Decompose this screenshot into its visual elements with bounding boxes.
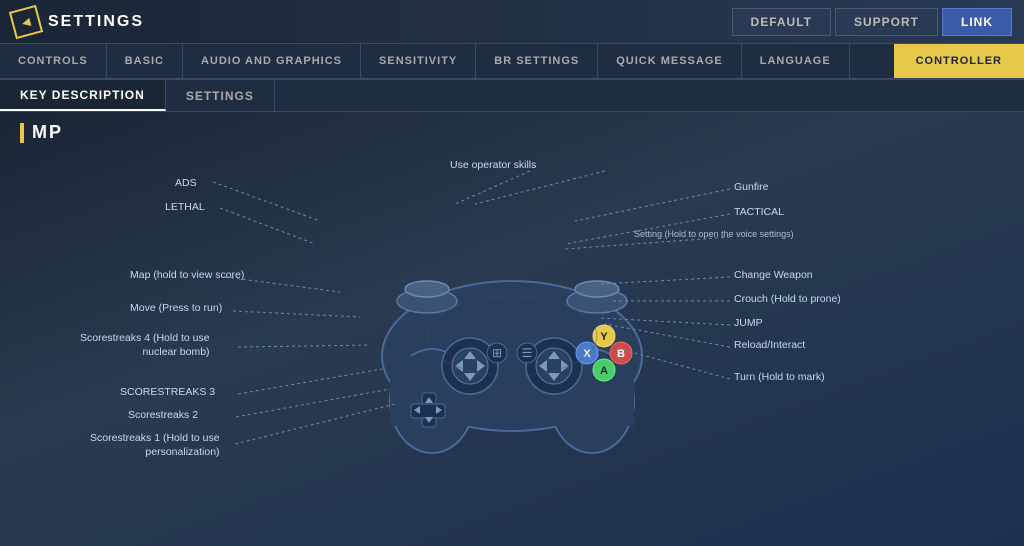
subtab-settings[interactable]: SETTINGS: [166, 80, 275, 111]
sub-tabs: KEY DESCRIPTION SETTINGS: [0, 80, 1024, 112]
link-button[interactable]: LINK: [942, 8, 1012, 36]
label-jump: JUMP: [734, 317, 763, 331]
app-title: SETTINGS: [48, 13, 144, 31]
svg-text:⊞: ⊞: [492, 346, 502, 360]
label-gunfire: Gunfire: [734, 181, 768, 195]
section-title-text: MP: [32, 122, 63, 143]
label-scorestreaks1: Scorestreaks 1 (Hold to usepersonalizati…: [90, 432, 220, 459]
label-scorestreaks4: Scorestreaks 4 (Hold to usenuclear bomb): [80, 332, 210, 359]
label-map: Map (hold to view score): [130, 269, 244, 283]
label-scorestreaks3: SCORESTREAKS 3: [120, 386, 215, 400]
label-reload: Reload/Interact: [734, 339, 805, 353]
svg-text:A: A: [600, 365, 608, 377]
label-scorestreaks2: Scorestreaks 2: [128, 409, 198, 423]
svg-text:Y: Y: [600, 331, 608, 343]
tab-language[interactable]: LANGUAGE: [742, 44, 850, 78]
nav-tabs: CONTROLS BASIC AUDIO AND GRAPHICS SENSIT…: [0, 44, 1024, 80]
label-setting-hold: Setting (Hold to open the voice settings…: [634, 228, 794, 242]
label-move: Move (Press to run): [130, 302, 222, 316]
default-button[interactable]: DEFAULT: [732, 8, 831, 36]
tab-sensitivity[interactable]: SENSITIVITY: [361, 44, 476, 78]
svg-text:☰: ☰: [522, 346, 533, 360]
label-tactical: TACTICAL: [734, 206, 784, 220]
label-change-weapon: Change Weapon: [734, 269, 813, 283]
label-lethal: LETHAL: [165, 201, 205, 215]
logo-icon: ◄: [9, 4, 43, 38]
tab-basic[interactable]: BASIC: [107, 44, 183, 78]
header: ◄ SETTINGS DEFAULT SUPPORT LINK: [0, 0, 1024, 44]
logo: ◄ SETTINGS: [12, 8, 144, 36]
tab-controller[interactable]: CONTROLLER: [894, 44, 1024, 78]
controller-area: ⊞ ☰ Y X B A: [20, 149, 1004, 539]
tab-br-settings[interactable]: BR SETTINGS: [476, 44, 598, 78]
label-crouch: Crouch (Hold to prone): [734, 293, 841, 307]
support-button[interactable]: SUPPORT: [835, 8, 938, 36]
svg-text:B: B: [617, 348, 625, 360]
label-ads: ADS: [175, 177, 197, 191]
tab-quick-message[interactable]: QUICK MESSAGE: [598, 44, 742, 78]
subtab-key-description[interactable]: KEY DESCRIPTION: [0, 80, 166, 111]
section-title: MP: [20, 122, 1004, 143]
label-operator-skills: Use operator skills: [450, 159, 536, 173]
label-turn-hold: Turn (Hold to mark): [734, 371, 825, 385]
section-bar: [20, 123, 24, 143]
tab-controls[interactable]: CONTROLS: [0, 44, 107, 78]
tab-audio-graphics[interactable]: AUDIO AND GRAPHICS: [183, 44, 361, 78]
header-buttons: DEFAULT SUPPORT LINK: [732, 8, 1012, 36]
main-content: MP: [0, 112, 1024, 546]
svg-text:X: X: [583, 348, 591, 360]
